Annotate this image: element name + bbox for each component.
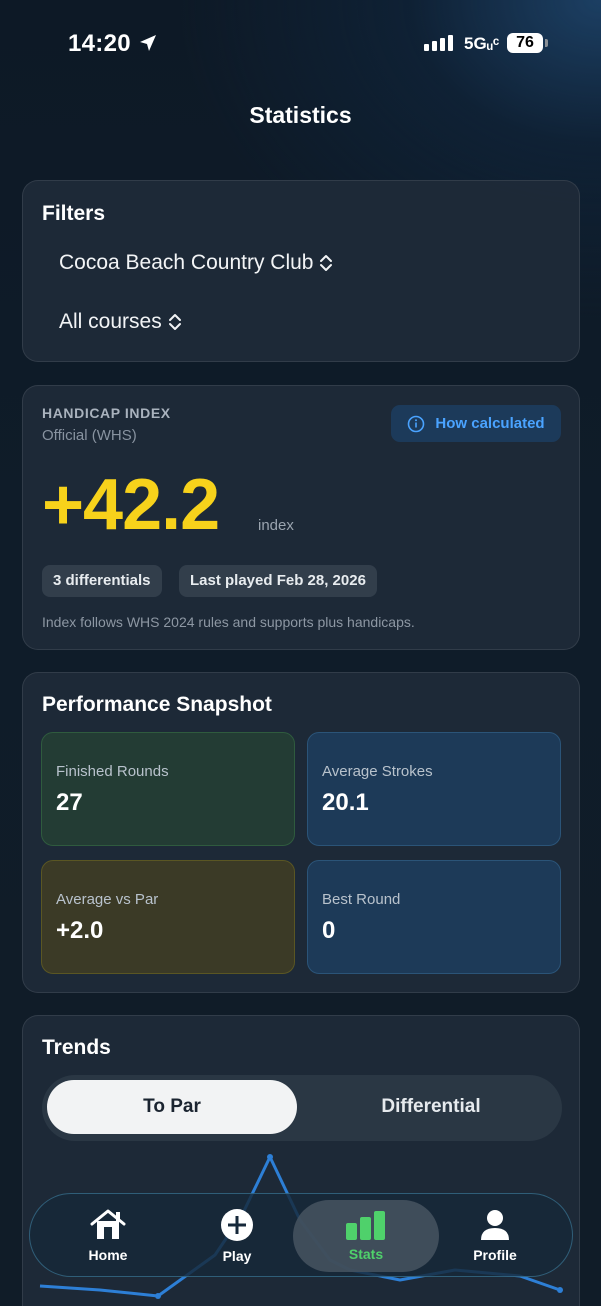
stat-best-round: Best Round 0 xyxy=(307,860,561,974)
tab-play-label: Play xyxy=(222,1248,252,1264)
stat-value: 0 xyxy=(322,917,336,944)
person-icon xyxy=(481,1210,509,1240)
trend-point xyxy=(557,1287,563,1293)
bar-chart-icon xyxy=(346,1211,385,1240)
how-calculated-button[interactable]: How calculated xyxy=(391,405,561,442)
chevron-up-down-icon xyxy=(168,314,181,330)
home-icon xyxy=(90,1209,126,1239)
handicap-unit: index xyxy=(258,517,294,534)
tab-home-label: Home xyxy=(88,1247,128,1263)
handicap-value: +42.2 xyxy=(42,465,220,545)
stat-average-vs-par: Average vs Par +2.0 xyxy=(41,860,295,974)
battery-tip xyxy=(545,39,548,47)
stat-label: Best Round xyxy=(322,891,401,908)
performance-card: Performance Snapshot Finished Rounds 27 … xyxy=(22,672,580,993)
how-calculated-label: How calculated xyxy=(435,415,545,432)
last-played-chip: Last played Feb 28, 2026 xyxy=(179,565,377,597)
tab-stats[interactable]: Stats xyxy=(293,1200,439,1272)
course-picker-value: All courses xyxy=(59,310,162,333)
filters-card: Filters Cocoa Beach Country Club All cou… xyxy=(22,180,580,362)
course-picker[interactable]: All courses xyxy=(59,310,182,334)
tab-stats-label: Stats xyxy=(348,1246,384,1262)
page-title: Statistics xyxy=(249,102,352,128)
battery-icon: 76 xyxy=(507,33,543,53)
handicap-card: HANDICAP INDEX Official (WHS) How calcul… xyxy=(22,385,580,650)
cellular-signal-icon xyxy=(424,35,453,51)
segment-to-par[interactable]: To Par xyxy=(47,1080,297,1134)
plus-circle-icon xyxy=(221,1209,253,1241)
stat-label: Finished Rounds xyxy=(56,763,169,780)
performance-title: Performance Snapshot xyxy=(42,693,272,716)
network-type: 5Gᵤᶜ xyxy=(464,34,500,53)
handicap-label: HANDICAP INDEX xyxy=(42,405,171,421)
stat-label: Average vs Par xyxy=(56,891,159,908)
trend-point xyxy=(267,1154,273,1160)
tab-home[interactable]: Home xyxy=(40,1194,176,1278)
club-picker[interactable]: Cocoa Beach Country Club xyxy=(59,251,333,275)
tab-play[interactable]: Play xyxy=(169,1194,305,1278)
handicap-subtitle: Official (WHS) xyxy=(42,427,137,444)
tab-profile-label: Profile xyxy=(473,1247,517,1263)
stat-average-strokes: Average Strokes 20.1 xyxy=(307,732,561,846)
stat-label: Average Strokes xyxy=(322,763,433,780)
stat-value: 27 xyxy=(56,789,83,816)
segment-differential[interactable]: Differential xyxy=(306,1080,556,1134)
filters-title: Filters xyxy=(42,202,106,225)
club-picker-value: Cocoa Beach Country Club xyxy=(59,251,314,274)
stat-value: 20.1 xyxy=(322,789,369,816)
stat-finished-rounds: Finished Rounds 27 xyxy=(41,732,295,846)
status-bar: 14:20 5Gᵤᶜ 76 xyxy=(0,0,601,88)
trends-title: Trends xyxy=(42,1036,111,1059)
status-time: 14:20 xyxy=(68,30,131,57)
info-icon xyxy=(408,415,425,432)
chevron-up-down-icon xyxy=(320,255,333,271)
trend-point xyxy=(155,1293,161,1299)
differentials-chip: 3 differentials xyxy=(42,565,162,597)
location-arrow-icon xyxy=(140,35,156,51)
stat-value: +2.0 xyxy=(56,917,104,944)
handicap-note: Index follows WHS 2024 rules and support… xyxy=(42,614,415,630)
tab-profile[interactable]: Profile xyxy=(427,1194,563,1278)
tab-bar: Home Play Stats Profile xyxy=(29,1193,573,1277)
trends-segmented-control: To Par Differential xyxy=(42,1075,562,1141)
